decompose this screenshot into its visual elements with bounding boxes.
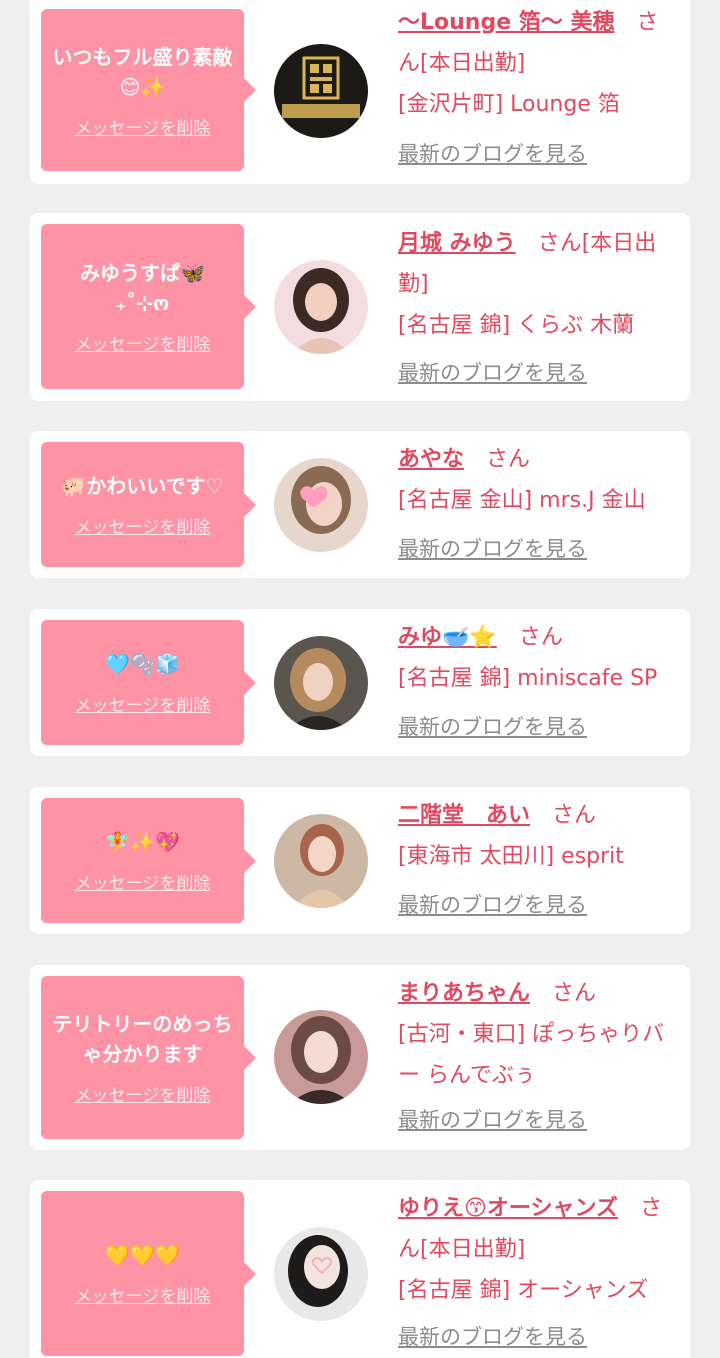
blog-link[interactable]: 最新のブログを見る bbox=[398, 1100, 587, 1141]
message-bubble: 💛💛💛 メッセージを削除 bbox=[41, 1191, 256, 1356]
avatar[interactable] bbox=[274, 458, 368, 552]
cast-suffix: さん bbox=[486, 447, 531, 472]
cast-suffix: さん bbox=[552, 803, 597, 828]
delete-message-link[interactable]: メッセージを削除 bbox=[75, 1282, 211, 1307]
name-line: ゆりえ😙オーシャンズ さん[本日出勤] bbox=[398, 1188, 680, 1270]
blog-link[interactable]: 最新のブログを見る bbox=[398, 1317, 587, 1358]
portrait-icon bbox=[274, 814, 368, 908]
message-card: 💛💛💛 メッセージを削除 ゆりえ😙オーシャンズ さん[本日出勤] [名古屋 錦]… bbox=[30, 1180, 690, 1358]
avatar[interactable] bbox=[274, 44, 368, 138]
message-card: 🧚✨💖 メッセージを削除 二階堂 あい さん [東海市 太田川] esprit … bbox=[30, 787, 690, 934]
message-card: 🐖かわいいです♡ メッセージを削除 あやな さん [名古屋 金山] mrs.J … bbox=[30, 431, 690, 578]
cast-name-link[interactable]: みゆ🥣⭐ bbox=[398, 625, 497, 650]
message-text: 🧚✨💖 bbox=[105, 830, 180, 854]
delete-message-link[interactable]: メッセージを削除 bbox=[75, 1081, 211, 1106]
cast-suffix: さん bbox=[518, 625, 563, 650]
message-card: いつもフル盛り素敵😊✨ メッセージを削除 〜Lounge 箔〜 美穂 さん[本日… bbox=[30, 0, 690, 184]
shop-name: [東海市 太田川] esprit bbox=[398, 844, 624, 869]
cast-info: 二階堂 あい さん [東海市 太田川] esprit bbox=[398, 795, 680, 877]
message-bubble: 🩵🫧🧊 メッセージを削除 bbox=[41, 620, 256, 745]
shop-name: [名古屋 錦] miniscafe SP bbox=[398, 666, 658, 691]
blog-link[interactable]: 最新のブログを見る bbox=[398, 134, 587, 175]
blog-link[interactable]: 最新のブログを見る bbox=[398, 353, 587, 394]
portrait-icon bbox=[274, 1010, 368, 1104]
blog-link[interactable]: 最新のブログを見る bbox=[398, 885, 587, 926]
message-bubble: 🐖かわいいです♡ メッセージを削除 bbox=[41, 442, 256, 567]
message-card: テリトリーのめっちゃ分かります メッセージを削除 まりあちゃん さん [古河・東… bbox=[30, 965, 690, 1150]
message-bubble: いつもフル盛り素敵😊✨ メッセージを削除 bbox=[41, 9, 256, 171]
lounge-logo-icon bbox=[274, 44, 368, 138]
message-card: みゆうすぱ🦋 ₊˚⊹ო メッセージを削除 月城 みゆう さん[本日出勤] [名古… bbox=[30, 213, 690, 401]
avatar[interactable] bbox=[274, 1010, 368, 1104]
message-bubble: テリトリーのめっちゃ分かります メッセージを削除 bbox=[41, 976, 256, 1139]
delete-message-link[interactable]: メッセージを削除 bbox=[75, 513, 211, 538]
message-card: 🩵🫧🧊 メッセージを削除 みゆ🥣⭐ さん [名古屋 錦] miniscafe S… bbox=[30, 609, 690, 756]
name-line: まりあちゃん さん bbox=[398, 973, 680, 1014]
blog-link[interactable]: 最新のブログを見る bbox=[398, 529, 587, 570]
message-text: テリトリーのめっちゃ分かります bbox=[52, 1012, 233, 1066]
delete-message-link[interactable]: メッセージを削除 bbox=[75, 114, 211, 139]
message-text: 🩵🫧🧊 bbox=[105, 652, 180, 676]
message-text: 💛💛💛 bbox=[105, 1243, 180, 1267]
cast-name-link[interactable]: 二階堂 あい bbox=[398, 803, 530, 828]
shop-name: [名古屋 錦] くらぶ 木蘭 bbox=[398, 313, 635, 338]
cast-suffix: さん bbox=[552, 981, 597, 1006]
portrait-heart-icon bbox=[274, 1227, 368, 1321]
message-text: いつもフル盛り素敵😊✨ bbox=[52, 44, 233, 99]
avatar[interactable] bbox=[274, 260, 368, 354]
name-line: 月城 みゆう さん[本日出勤] bbox=[398, 223, 680, 305]
delete-message-link[interactable]: メッセージを削除 bbox=[75, 691, 211, 716]
portrait-icon bbox=[274, 636, 368, 730]
name-line: あやな さん bbox=[398, 439, 680, 480]
message-text: みゆうすぱ🦋 ₊˚⊹ო bbox=[80, 261, 205, 315]
message-bubble: みゆうすぱ🦋 ₊˚⊹ო メッセージを削除 bbox=[41, 224, 256, 389]
cast-info: 月城 みゆう さん[本日出勤] [名古屋 錦] くらぶ 木蘭 bbox=[398, 223, 680, 346]
cast-info: あやな さん [名古屋 金山] mrs.J 金山 bbox=[398, 439, 680, 521]
cast-name-link[interactable]: まりあちゃん bbox=[398, 981, 530, 1006]
shop-name: [古河・東口] ぽっちゃりバー らんでぶぅ bbox=[398, 1022, 665, 1088]
cast-name-link[interactable]: ゆりえ😙オーシャンズ bbox=[398, 1196, 618, 1221]
cast-name-link[interactable]: あやな bbox=[398, 447, 464, 472]
shop-name: [名古屋 錦] オーシャンズ bbox=[398, 1278, 649, 1303]
shop-name: [名古屋 金山] mrs.J 金山 bbox=[398, 488, 646, 513]
cast-name-link[interactable]: 〜Lounge 箔〜 美穂 bbox=[398, 10, 614, 35]
message-bubble: 🧚✨💖 メッセージを削除 bbox=[41, 798, 256, 923]
avatar[interactable] bbox=[274, 1227, 368, 1321]
portrait-heart-icon bbox=[274, 458, 368, 552]
cast-name-link[interactable]: 月城 みゆう bbox=[398, 231, 516, 256]
shop-name: [金沢片町] Lounge 箔 bbox=[398, 92, 620, 117]
cast-info: ゆりえ😙オーシャンズ さん[本日出勤] [名古屋 錦] オーシャンズ bbox=[398, 1188, 680, 1311]
avatar[interactable] bbox=[274, 636, 368, 730]
name-line: 〜Lounge 箔〜 美穂 さん[本日出勤] bbox=[398, 2, 680, 84]
delete-message-link[interactable]: メッセージを削除 bbox=[75, 330, 211, 355]
delete-message-link[interactable]: メッセージを削除 bbox=[75, 869, 211, 894]
name-line: みゆ🥣⭐ さん bbox=[398, 617, 680, 658]
name-line: 二階堂 あい さん bbox=[398, 795, 680, 836]
message-text: 🐖かわいいです♡ bbox=[61, 474, 224, 498]
avatar[interactable] bbox=[274, 814, 368, 908]
cast-info: 〜Lounge 箔〜 美穂 さん[本日出勤] [金沢片町] Lounge 箔 bbox=[398, 2, 680, 125]
portrait-icon bbox=[274, 260, 368, 354]
cast-info: みゆ🥣⭐ さん [名古屋 錦] miniscafe SP bbox=[398, 617, 680, 699]
cast-info: まりあちゃん さん [古河・東口] ぽっちゃりバー らんでぶぅ bbox=[398, 973, 680, 1096]
blog-link[interactable]: 最新のブログを見る bbox=[398, 707, 587, 748]
